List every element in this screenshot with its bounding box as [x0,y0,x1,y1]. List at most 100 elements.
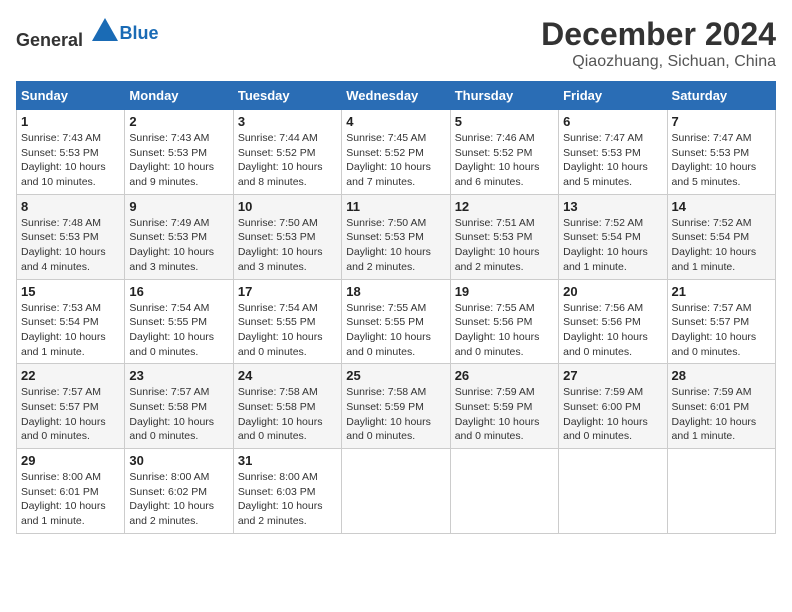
day-number: 20 [563,284,662,299]
calendar-cell: 31 Sunrise: 8:00 AM Sunset: 6:03 PM Dayli… [233,449,341,534]
day-info: Sunrise: 7:47 AM Sunset: 5:53 PM Dayligh… [672,131,771,190]
calendar-cell: 3 Sunrise: 7:44 AM Sunset: 5:52 PM Daylig… [233,110,341,195]
day-info: Sunrise: 7:53 AM Sunset: 5:54 PM Dayligh… [21,301,120,360]
day-info: Sunrise: 7:43 AM Sunset: 5:53 PM Dayligh… [129,131,228,190]
calendar-cell: 12Sunrise: 7:51 AM Sunset: 5:53 PM Dayli… [450,194,558,279]
day-info: Sunrise: 8:00 AM Sunset: 6:02 PM Dayligh… [129,470,228,529]
calendar-body: 1 Sunrise: 7:43 AM Sunset: 5:53 PM Daylig… [17,110,776,534]
calendar-cell: 23 Sunrise: 7:57 AM Sunset: 5:58 PM Dayli… [125,364,233,449]
day-number: 16 [129,284,228,299]
weekday-header-tuesday: Tuesday [233,82,341,110]
day-info: Sunrise: 7:47 AM Sunset: 5:53 PM Dayligh… [563,131,662,190]
calendar-cell: 11 Sunrise: 7:50 AM Sunset: 5:53 PM Dayli… [342,194,450,279]
day-number: 23 [129,368,228,383]
day-number: 12 [455,199,554,214]
day-number: 11 [346,199,445,214]
day-number: 24 [238,368,337,383]
calendar-week-3: 15 Sunrise: 7:53 AM Sunset: 5:54 PM Dayli… [17,279,776,364]
calendar-cell [342,449,450,534]
day-number: 18 [346,284,445,299]
day-info: Sunrise: 7:59 AM Sunset: 6:00 PM Dayligh… [563,385,662,444]
day-info: Sunrise: 7:56 AM Sunset: 5:56 PM Dayligh… [563,301,662,360]
calendar-week-2: 8Sunrise: 7:48 AM Sunset: 5:53 PM Daylig… [17,194,776,279]
day-info: Sunrise: 7:43 AM Sunset: 5:53 PM Dayligh… [21,131,120,190]
calendar-cell [450,449,558,534]
weekday-header-friday: Friday [559,82,667,110]
day-number: 31 [238,453,337,468]
day-info: Sunrise: 7:50 AM Sunset: 5:53 PM Dayligh… [346,216,445,275]
day-number: 9 [129,199,228,214]
calendar-cell [559,449,667,534]
day-info: Sunrise: 7:52 AM Sunset: 5:54 PM Dayligh… [563,216,662,275]
day-number: 25 [346,368,445,383]
day-info: Sunrise: 7:59 AM Sunset: 6:01 PM Dayligh… [672,385,771,444]
calendar-cell: 14Sunrise: 7:52 AM Sunset: 5:54 PM Dayli… [667,194,775,279]
day-info: Sunrise: 7:52 AM Sunset: 5:54 PM Dayligh… [672,216,771,275]
title-area: December 2024 Qiaozhuang, Sichuan, China [541,16,776,71]
logo-blue: Blue [120,23,159,43]
calendar-cell: 25Sunrise: 7:58 AM Sunset: 5:59 PM Dayli… [342,364,450,449]
calendar-cell: 10Sunrise: 7:50 AM Sunset: 5:53 PM Dayli… [233,194,341,279]
day-info: Sunrise: 7:57 AM Sunset: 5:58 PM Dayligh… [129,385,228,444]
main-title: December 2024 [541,16,776,53]
calendar-cell [667,449,775,534]
day-info: Sunrise: 7:57 AM Sunset: 5:57 PM Dayligh… [672,301,771,360]
logo: General Blue [16,16,159,51]
day-info: Sunrise: 7:46 AM Sunset: 5:52 PM Dayligh… [455,131,554,190]
calendar-cell: 2Sunrise: 7:43 AM Sunset: 5:53 PM Daylig… [125,110,233,195]
weekday-header-thursday: Thursday [450,82,558,110]
day-info: Sunrise: 7:58 AM Sunset: 5:58 PM Dayligh… [238,385,337,444]
calendar-cell: 30 Sunrise: 8:00 AM Sunset: 6:02 PM Dayli… [125,449,233,534]
day-number: 17 [238,284,337,299]
calendar-cell: 18 Sunrise: 7:55 AM Sunset: 5:55 PM Dayli… [342,279,450,364]
calendar-cell: 16 Sunrise: 7:54 AM Sunset: 5:55 PM Dayli… [125,279,233,364]
calendar-cell: 28 Sunrise: 7:59 AM Sunset: 6:01 PM Dayli… [667,364,775,449]
calendar-week-4: 22 Sunrise: 7:57 AM Sunset: 5:57 PM Dayli… [17,364,776,449]
day-info: Sunrise: 7:54 AM Sunset: 5:55 PM Dayligh… [129,301,228,360]
calendar-cell: 15 Sunrise: 7:53 AM Sunset: 5:54 PM Dayli… [17,279,125,364]
calendar-week-1: 1 Sunrise: 7:43 AM Sunset: 5:53 PM Daylig… [17,110,776,195]
day-number: 28 [672,368,771,383]
subtitle: Qiaozhuang, Sichuan, China [541,53,776,71]
day-info: Sunrise: 8:00 AM Sunset: 6:03 PM Dayligh… [238,470,337,529]
day-info: Sunrise: 7:44 AM Sunset: 5:52 PM Dayligh… [238,131,337,190]
logo-icon [90,16,120,46]
calendar-header-row: SundayMondayTuesdayWednesdayThursdayFrid… [17,82,776,110]
day-info: Sunrise: 7:59 AM Sunset: 5:59 PM Dayligh… [455,385,554,444]
calendar-cell: 6 Sunrise: 7:47 AM Sunset: 5:53 PM Daylig… [559,110,667,195]
day-number: 26 [455,368,554,383]
day-info: Sunrise: 7:49 AM Sunset: 5:53 PM Dayligh… [129,216,228,275]
day-number: 4 [346,114,445,129]
calendar-cell: 9 Sunrise: 7:49 AM Sunset: 5:53 PM Daylig… [125,194,233,279]
calendar-cell: 1 Sunrise: 7:43 AM Sunset: 5:53 PM Daylig… [17,110,125,195]
day-number: 19 [455,284,554,299]
day-number: 3 [238,114,337,129]
calendar: SundayMondayTuesdayWednesdayThursdayFrid… [16,81,776,534]
day-info: Sunrise: 7:55 AM Sunset: 5:55 PM Dayligh… [346,301,445,360]
day-number: 29 [21,453,120,468]
calendar-cell: 19Sunrise: 7:55 AM Sunset: 5:56 PM Dayli… [450,279,558,364]
calendar-cell: 26 Sunrise: 7:59 AM Sunset: 5:59 PM Dayli… [450,364,558,449]
day-number: 6 [563,114,662,129]
calendar-cell: 17Sunrise: 7:54 AM Sunset: 5:55 PM Dayli… [233,279,341,364]
calendar-cell: 5 Sunrise: 7:46 AM Sunset: 5:52 PM Daylig… [450,110,558,195]
day-info: Sunrise: 8:00 AM Sunset: 6:01 PM Dayligh… [21,470,120,529]
day-number: 7 [672,114,771,129]
header: General Blue December 2024 Qiaozhuang, S… [16,16,776,71]
day-number: 1 [21,114,120,129]
weekday-header-monday: Monday [125,82,233,110]
calendar-cell: 24 Sunrise: 7:58 AM Sunset: 5:58 PM Dayli… [233,364,341,449]
calendar-cell: 13Sunrise: 7:52 AM Sunset: 5:54 PM Dayli… [559,194,667,279]
day-number: 27 [563,368,662,383]
logo-general: General [16,30,83,50]
day-number: 15 [21,284,120,299]
day-info: Sunrise: 7:57 AM Sunset: 5:57 PM Dayligh… [21,385,120,444]
day-number: 10 [238,199,337,214]
calendar-cell: 22 Sunrise: 7:57 AM Sunset: 5:57 PM Dayli… [17,364,125,449]
day-info: Sunrise: 7:45 AM Sunset: 5:52 PM Dayligh… [346,131,445,190]
calendar-cell: 29 Sunrise: 8:00 AM Sunset: 6:01 PM Dayli… [17,449,125,534]
day-number: 5 [455,114,554,129]
day-number: 22 [21,368,120,383]
weekday-header-wednesday: Wednesday [342,82,450,110]
day-number: 30 [129,453,228,468]
